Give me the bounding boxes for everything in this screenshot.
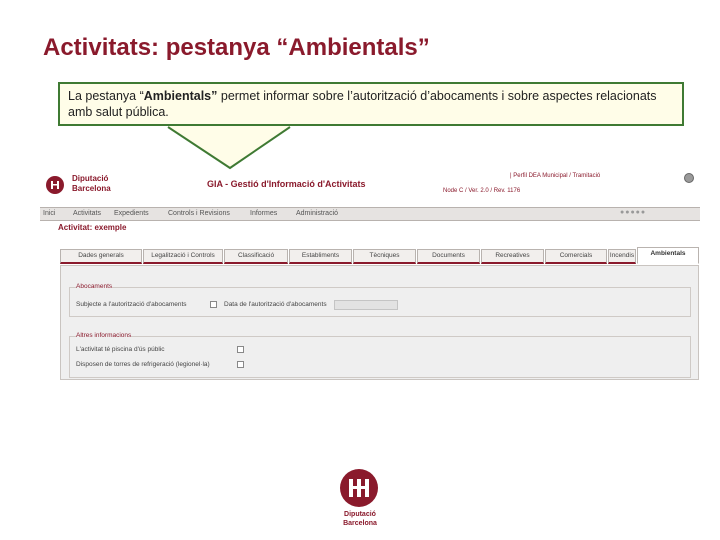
ambientals-panel: Abocaments Subjecte a l'autorització d'a… [60,265,699,380]
label-piscina-us-public: L'activitat té piscina d'ús públic [76,346,165,353]
date-autoritzacio-input[interactable] [334,300,398,310]
legend-abocaments: Abocaments [76,283,113,290]
label-data-autoritzacio: Data de l'autorització d'abocaments [224,301,327,308]
tab-ambientals[interactable]: Ambientals [637,247,699,264]
menu-item-administracio[interactable]: Administració [296,210,338,217]
callout-text-bold: Ambientals” [143,89,218,103]
app-screenshot: Diputació Barcelona GIA - Gestió d'Infor… [40,166,700,381]
checkbox-torres-refrigeracio[interactable] [237,361,244,368]
label-torres-refrigeracio: Disposen de torres de refrigeració (legi… [76,361,210,368]
tab-dades-generals[interactable]: Dades generals [60,249,142,264]
footer-logo-line1: Diputació [344,511,376,518]
tab-recreatives[interactable]: Recreatives [481,249,544,264]
tab-bar: Dades generals Legalització i Controls C… [60,247,700,266]
tab-documents[interactable]: Documents [417,249,480,264]
menu-item-informes[interactable]: Informes [250,210,277,217]
fieldset-abocaments: Abocaments Subjecte a l'autorització d'a… [69,283,691,317]
print-icon[interactable] [684,173,694,183]
callout-text-before: La pestanya “ [68,89,144,103]
checkbox-piscina-us-public[interactable] [237,346,244,353]
main-menu: Inici Activitats Expedients Controls i R… [40,207,700,221]
menu-item-controls[interactable]: Controls i Revisions [168,210,230,217]
menu-item-expedients[interactable]: Expedients [114,210,149,217]
footer-logo-line2: Barcelona [343,520,377,527]
tab-incendis[interactable]: Incendis [608,249,636,264]
header-logo-line1: Diputació [72,174,109,183]
tab-establiments[interactable]: Establiments [289,249,352,264]
legend-altres-informacions: Altres informacions [76,332,132,339]
callout-box: La pestanya “Ambientals” permet informar… [58,82,684,126]
tab-legalitzacio[interactable]: Legalització i Controls [143,249,223,264]
menu-item-activitats[interactable]: Activitats [73,210,101,217]
top-links[interactable]: | Perfil DEA Municipal / Tramitació [510,173,600,179]
checkbox-subjecte-autoritzacio[interactable] [210,301,217,308]
fieldset-altres-informacions: Altres informacions L'activitat té pisci… [69,332,691,378]
diputacio-logo-icon [46,176,64,194]
tab-comercials[interactable]: Comercials [545,249,607,264]
label-subjecte-autoritzacio: Subjecte a l'autorització d'abocaments [76,301,187,308]
menu-item-inici[interactable]: Inici [43,210,55,217]
header-logo-line2: Barcelona [72,184,111,193]
header-logo-text: Diputació Barcelona [72,174,111,194]
footer-logo-text: Diputació Barcelona [330,510,390,528]
version-info: Node C / Ver. 2.0 / Rev. 1176 [443,188,521,194]
activity-title: Activitat: exemple [58,223,127,232]
app-title: GIA - Gestió d'Informació d'Activitats [207,179,366,189]
footer-logo-icon [340,469,378,507]
menu-dots-icon: ●●●●● [620,209,647,216]
tab-classificacio[interactable]: Classificació [224,249,288,264]
tab-tecniques[interactable]: Tècniques [353,249,416,264]
slide-title: Activitats: pestanya “Ambientals” [43,34,430,61]
